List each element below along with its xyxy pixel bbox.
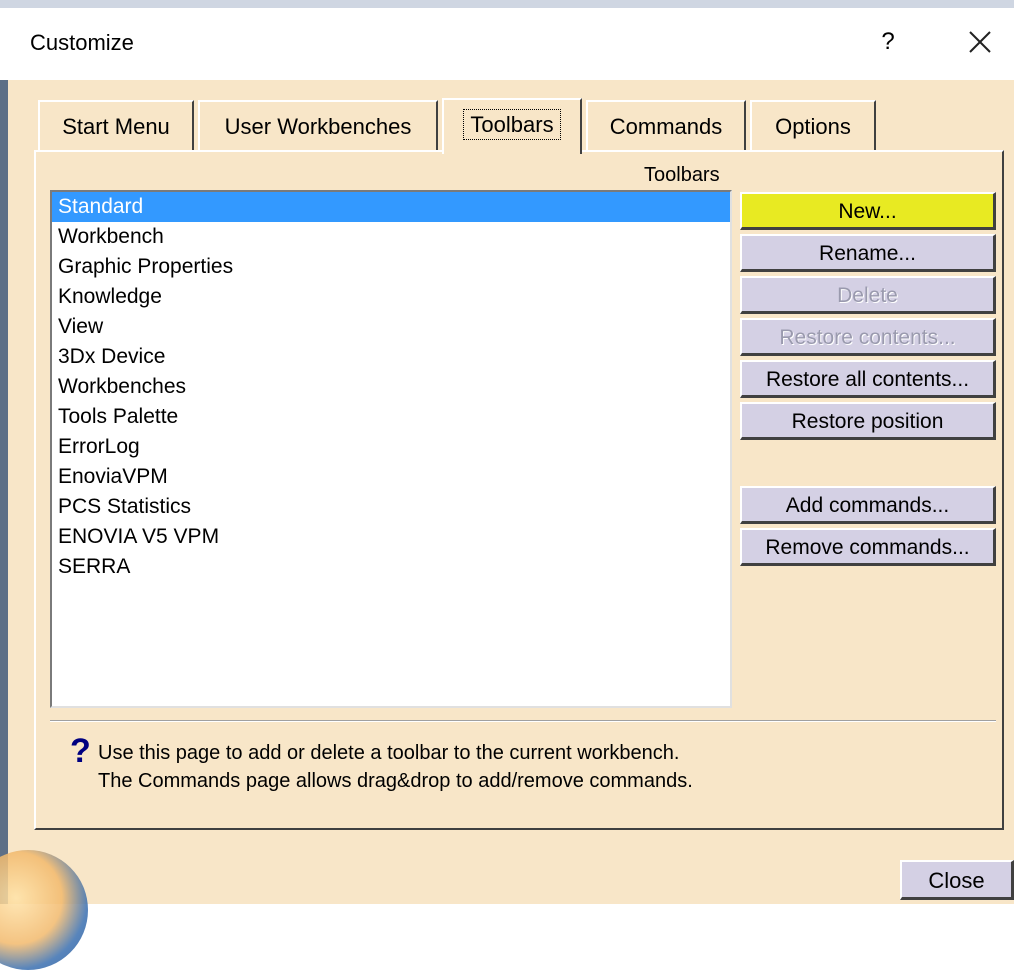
tab-toolbars[interactable]: Toolbars [442,98,582,154]
question-icon: ? [70,732,91,770]
tab-label: Toolbars [463,109,561,140]
tab-label: Commands [609,114,723,139]
list-item[interactable]: Graphic Properties [52,252,730,282]
list-item[interactable]: PCS Statistics [52,492,730,522]
hint-text-line-2: The Commands page allows drag&drop to ad… [98,770,693,792]
list-item[interactable]: View [52,312,730,342]
list-item[interactable]: Standard [52,192,730,222]
toolbars-list[interactable]: Standard Workbench Graphic Properties Kn… [50,190,732,708]
restore-contents-button[interactable]: Restore contents... [740,318,996,356]
list-item[interactable]: ErrorLog [52,432,730,462]
tab-label: Options [775,114,851,139]
tab-start-menu[interactable]: Start Menu [38,100,194,152]
tab-options[interactable]: Options [750,100,876,152]
list-item[interactable]: Workbenches [52,372,730,402]
hint-text-line-1: Use this page to add or delete a toolbar… [98,742,680,764]
restore-position-button[interactable]: Restore position [740,402,996,440]
help-button[interactable]: ? [876,26,900,58]
list-item[interactable]: 3Dx Device [52,342,730,372]
delete-toolbar-button[interactable]: Delete [740,276,996,314]
title-bar: Customize ? [0,8,1014,80]
toolbars-panel: Toolbars Standard Workbench Graphic Prop… [34,150,1004,830]
list-item[interactable]: Tools Palette [52,402,730,432]
customize-dialog: Start Menu User Workbenches Toolbars Com… [0,80,1014,970]
close-icon[interactable] [960,22,1000,62]
window-title: Customize [30,30,134,55]
list-item[interactable]: ENOVIA V5 VPM [52,522,730,552]
hint-separator [50,720,996,722]
add-commands-button[interactable]: Add commands... [740,486,996,524]
tab-commands[interactable]: Commands [586,100,746,152]
app-logo-icon [0,850,88,970]
tab-label: Start Menu [62,114,170,139]
remove-commands-button[interactable]: Remove commands... [740,528,996,566]
list-item[interactable]: Knowledge [52,282,730,312]
list-item[interactable]: EnoviaVPM [52,462,730,492]
tab-label: User Workbenches [224,114,412,139]
tab-user-workbenches[interactable]: User Workbenches [198,100,438,152]
list-item[interactable]: Workbench [52,222,730,252]
close-button[interactable]: Close [900,860,1014,900]
new-toolbar-button[interactable]: New... [740,192,996,230]
restore-all-contents-button[interactable]: Restore all contents... [740,360,996,398]
list-item[interactable]: SERRA [52,552,730,582]
toolbars-group-label: Toolbars [644,164,720,186]
rename-toolbar-button[interactable]: Rename... [740,234,996,272]
